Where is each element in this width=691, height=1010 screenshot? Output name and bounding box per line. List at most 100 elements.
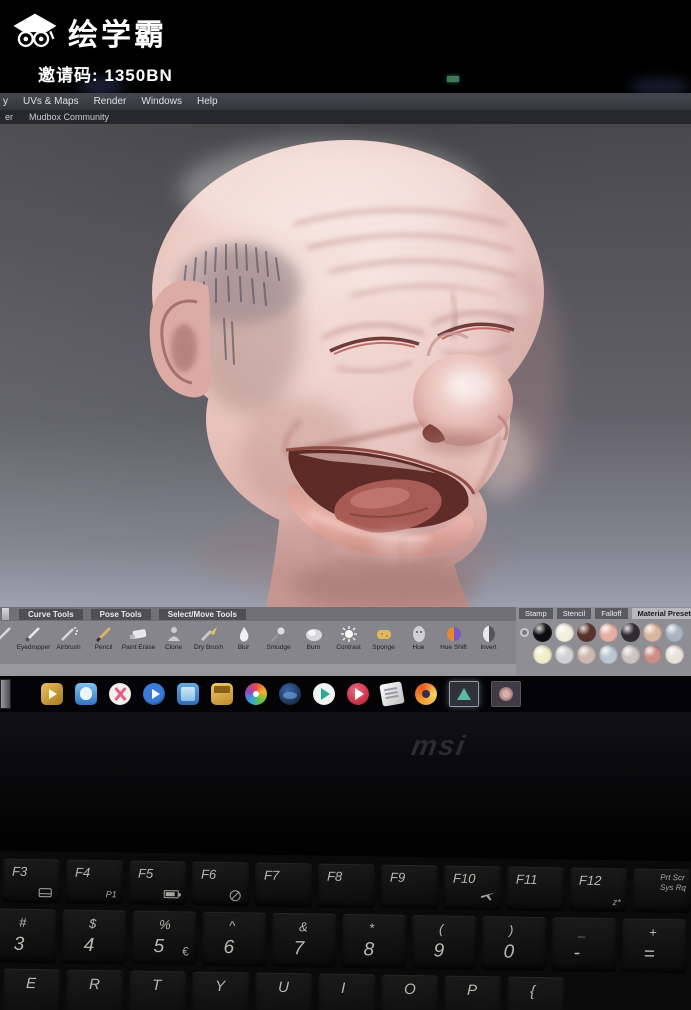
tab-stencil[interactable]: Stencil: [556, 608, 592, 619]
tab-select-move-tools[interactable]: Select/Move Tools: [158, 608, 246, 620]
school-logo-icon: [12, 8, 58, 55]
tab-falloff[interactable]: Falloff: [595, 608, 628, 619]
toolbar-item-mudbox-community[interactable]: Mudbox Community: [29, 112, 109, 122]
tray-grip[interactable]: [2, 608, 9, 620]
photos-app-icon[interactable]: [177, 683, 199, 705]
blur-drop-icon: [239, 627, 248, 642]
dry-brush-icon: [200, 627, 217, 642]
notes-app-icon[interactable]: [379, 681, 405, 707]
hue-face-icon: [412, 626, 425, 642]
start-strip[interactable]: [0, 679, 11, 709]
paint-tools-row: Eyedropper Airbrush Pencil Paint Erase C…: [0, 621, 516, 664]
display-off-icon: [229, 890, 241, 902]
network-globe-icon[interactable]: [279, 683, 301, 705]
tool-smudge[interactable]: Smudge: [261, 625, 296, 651]
social-app-icon[interactable]: [75, 683, 97, 705]
menu-item-uvs-maps[interactable]: UVs & Maps: [23, 96, 79, 107]
key-6: ^ 6: [201, 911, 267, 967]
laptop-keyboard: F3 F4 P1 F5 F6 F7 F8 F9 F10 F11 F12 z* Prt…: [0, 850, 691, 1010]
laptop-photo: 绘学霸 邀请码: 1350BN y UVs & Maps Render Wind…: [0, 0, 691, 1010]
mudbox-app-tile[interactable]: [449, 681, 479, 707]
key-y: Y: [191, 971, 250, 1010]
browser-swirl-icon[interactable]: [415, 683, 437, 705]
material-swatch[interactable]: [555, 645, 574, 664]
key-5: % 5 €: [131, 910, 197, 966]
key-t: T: [128, 970, 187, 1010]
material-swatch[interactable]: [599, 645, 618, 664]
material-swatch[interactable]: [665, 623, 684, 642]
pencil-icon: [95, 626, 111, 643]
tool-hue-shift[interactable]: Hue Shift: [436, 625, 471, 651]
menu-item-windows[interactable]: Windows: [141, 96, 182, 107]
sponge-icon: [376, 630, 391, 639]
tool-pencil[interactable]: Pencil: [86, 625, 121, 651]
tab-pose-tools[interactable]: Pose Tools: [90, 608, 151, 620]
material-swatches: [533, 623, 691, 664]
menu-item-help[interactable]: Help: [197, 96, 218, 107]
tool-blur[interactable]: Blur: [226, 625, 261, 651]
function-key-row: F3 F4 P1 F5 F6 F7 F8 F9 F10 F11 F12 z* Prt…: [2, 858, 691, 914]
video-player-icon[interactable]: [143, 683, 165, 705]
tool-hue[interactable]: Hue: [401, 625, 436, 651]
browser-pinwheel-icon[interactable]: [245, 683, 267, 705]
key-4: $4: [61, 909, 127, 965]
contrast-icon: [340, 626, 357, 642]
airplane-icon: [480, 888, 496, 906]
sculpted-head-render: [0, 124, 691, 607]
laptop-bezel: msi: [0, 712, 691, 858]
key-f10: F10: [443, 865, 502, 911]
material-swatch[interactable]: [621, 645, 640, 664]
key-bracket: {: [506, 976, 565, 1010]
preset-none-icon[interactable]: [520, 628, 529, 637]
tool-burn[interactable]: Burn: [296, 625, 331, 651]
material-swatch[interactable]: [577, 645, 596, 664]
tab-material-presets[interactable]: Material Presets: [631, 608, 691, 619]
presets-tab-bar: Stamp Stencil Falloff Material Presets: [516, 607, 691, 620]
airbrush-icon: [60, 627, 78, 641]
burn-icon: [305, 629, 322, 641]
material-swatch[interactable]: [577, 623, 596, 642]
screenshot-tool-icon[interactable]: [109, 683, 131, 705]
material-swatch[interactable]: [643, 623, 662, 642]
key-f3: F3: [2, 858, 61, 904]
material-swatch[interactable]: [533, 645, 552, 664]
key-u: U: [254, 972, 313, 1010]
key-f5: F5: [128, 860, 187, 906]
material-swatch[interactable]: [665, 645, 684, 664]
material-swatch[interactable]: [643, 645, 662, 664]
tab-curve-tools[interactable]: Curve Tools: [19, 608, 83, 620]
recorder-app-tile[interactable]: [491, 681, 521, 707]
number-key-row: #3 $4 % 5 € ^ 6 & 7 * 8 (9 ) 0 _ - + =: [0, 908, 687, 974]
secondary-toolbar: er Mudbox Community: [0, 110, 691, 124]
viewport-3d-sculpt[interactable]: [0, 124, 691, 607]
key-f11: F11: [506, 866, 565, 912]
key-3: #3: [0, 908, 57, 964]
tool-contrast[interactable]: Contrast: [331, 625, 366, 651]
material-swatch[interactable]: [555, 623, 574, 642]
downloader-play-icon[interactable]: [313, 683, 335, 705]
tab-stamp[interactable]: Stamp: [519, 608, 553, 619]
archive-app-icon[interactable]: [211, 683, 233, 705]
key-p: P: [443, 975, 502, 1010]
key-equals: + =: [621, 918, 687, 974]
video-play-red-icon[interactable]: [347, 683, 369, 705]
paint-erase-icon: [129, 629, 146, 639]
menu-item-render[interactable]: Render: [94, 96, 127, 107]
tool-invert[interactable]: Invert: [471, 625, 506, 651]
material-swatch[interactable]: [599, 623, 618, 642]
tool-eyedropper[interactable]: Eyedropper: [16, 625, 51, 651]
media-player-icon[interactable]: [41, 683, 63, 705]
key-8: * 8: [341, 913, 407, 969]
tool-clipped[interactable]: [0, 625, 16, 643]
tool-sponge[interactable]: Sponge: [366, 625, 401, 651]
toolbar-item-partial[interactable]: er: [5, 112, 13, 122]
tool-airbrush[interactable]: Airbrush: [51, 625, 86, 651]
tool-dry-brush[interactable]: Dry Brush: [191, 625, 226, 651]
material-swatch[interactable]: [621, 623, 640, 642]
menu-item-partial[interactable]: y: [3, 96, 8, 107]
tool-paint-erase[interactable]: Paint Erase: [121, 625, 156, 651]
invite-code: 邀请码: 1350BN: [38, 66, 173, 85]
tool-clone[interactable]: Clone: [156, 625, 191, 651]
key-e: E: [2, 968, 61, 1010]
material-swatch[interactable]: [533, 623, 552, 642]
